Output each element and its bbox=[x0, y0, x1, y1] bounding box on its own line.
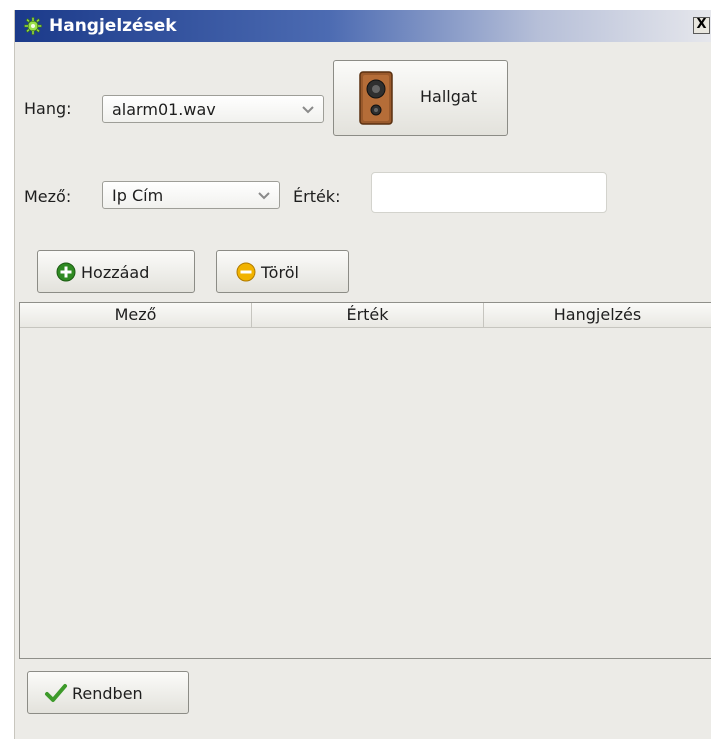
plus-circle-icon bbox=[56, 262, 76, 282]
close-button[interactable]: X bbox=[693, 17, 710, 34]
column-header-alert[interactable]: Hangjelzés bbox=[484, 303, 711, 327]
sound-select[interactable]: alarm01.wav bbox=[102, 95, 324, 123]
field-select-value: Ip Cím bbox=[112, 186, 164, 205]
title-bar[interactable]: Hangjelzések X bbox=[15, 10, 711, 42]
gear-icon bbox=[24, 17, 42, 35]
sound-select-value: alarm01.wav bbox=[112, 100, 216, 119]
chevron-down-icon bbox=[258, 192, 270, 200]
listen-button-label: Hallgat bbox=[420, 87, 477, 106]
checkmark-icon bbox=[45, 684, 67, 702]
sound-label: Hang: bbox=[24, 99, 72, 118]
close-icon: X bbox=[696, 17, 707, 32]
field-label: Mező: bbox=[24, 187, 72, 206]
delete-button-label: Töröl bbox=[261, 263, 299, 282]
column-header-field[interactable]: Mező bbox=[20, 303, 252, 327]
alerts-table[interactable]: Mező Érték Hangjelzés bbox=[19, 302, 711, 659]
ok-button-label: Rendben bbox=[72, 684, 143, 703]
add-button[interactable]: Hozzáad bbox=[37, 250, 195, 293]
dialog-window: Hangjelzések X Hang: alarm01.wav Hallgat… bbox=[14, 10, 711, 739]
value-label: Érték: bbox=[293, 187, 341, 206]
window-title: Hangjelzések bbox=[49, 16, 177, 36]
column-header-value[interactable]: Érték bbox=[252, 303, 484, 327]
delete-button[interactable]: Töröl bbox=[216, 250, 349, 293]
field-select[interactable]: Ip Cím bbox=[102, 181, 280, 209]
value-input[interactable] bbox=[371, 172, 607, 213]
chevron-down-icon bbox=[302, 106, 314, 114]
table-header: Mező Érték Hangjelzés bbox=[20, 303, 711, 328]
ok-button[interactable]: Rendben bbox=[27, 671, 189, 714]
listen-button[interactable]: Hallgat bbox=[333, 60, 508, 136]
speaker-icon bbox=[359, 71, 393, 125]
minus-circle-icon bbox=[236, 262, 256, 282]
add-button-label: Hozzáad bbox=[81, 263, 150, 282]
